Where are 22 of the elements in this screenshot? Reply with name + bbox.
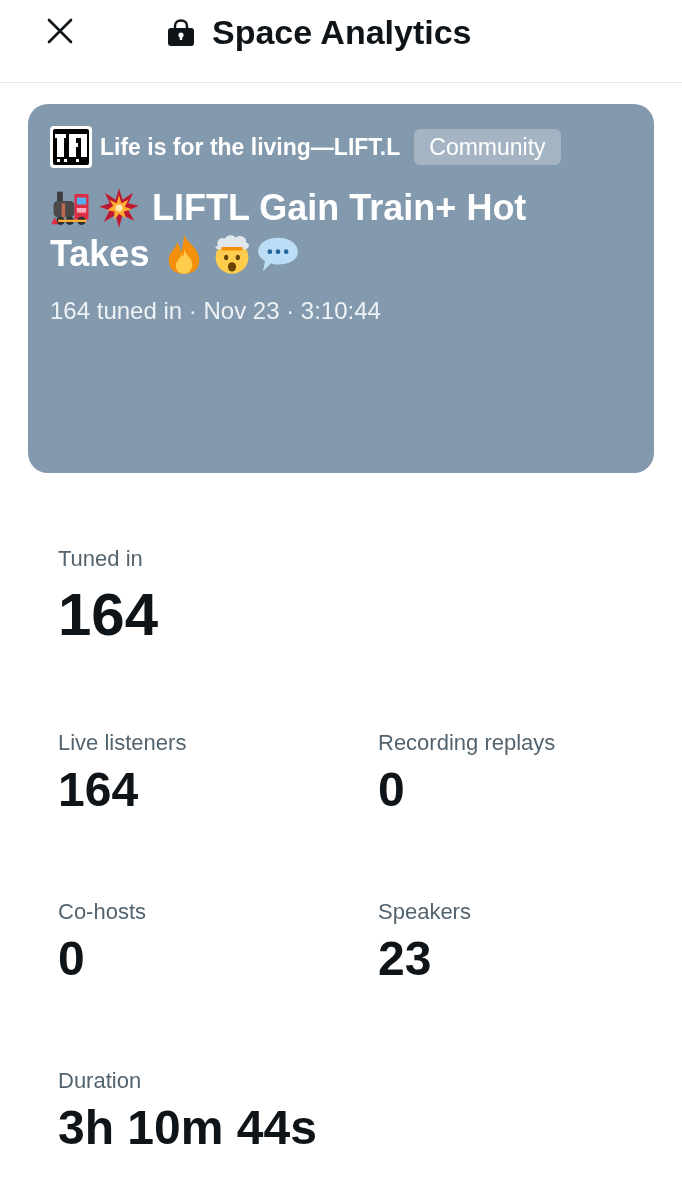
stat-label: Co-hosts bbox=[58, 900, 147, 924]
community-name: Life is for the living—LIFT.L bbox=[100, 132, 401, 162]
stat-label: Speakers bbox=[378, 900, 471, 924]
close-icon bbox=[47, 18, 73, 44]
stat-label: Recording replays bbox=[378, 731, 556, 755]
stat-value: 0 bbox=[58, 931, 85, 987]
lock-icon bbox=[167, 18, 195, 46]
stat-label: Live listeners bbox=[58, 731, 187, 755]
explosion-icon bbox=[98, 187, 140, 229]
stat-label: Duration bbox=[58, 1069, 142, 1093]
stat-value: 23 bbox=[378, 931, 432, 987]
page-title: Space Analytics bbox=[212, 12, 472, 52]
community-logo-icon bbox=[50, 126, 92, 168]
stat-label: Tuned in bbox=[58, 547, 143, 571]
space-title: LIFTL Gain Train+ Hot bbox=[152, 186, 527, 230]
stat-value: 3h 10m 44s bbox=[58, 1100, 317, 1156]
stat-value: 164 bbox=[58, 581, 159, 649]
community-badge: Community bbox=[414, 129, 561, 165]
space-title: Takes bbox=[50, 232, 150, 276]
stat-value: 0 bbox=[378, 762, 405, 818]
stat-value: 164 bbox=[58, 762, 139, 818]
space-meta: 164 tuned in · Nov 23 · 3:10:44 bbox=[50, 297, 382, 325]
